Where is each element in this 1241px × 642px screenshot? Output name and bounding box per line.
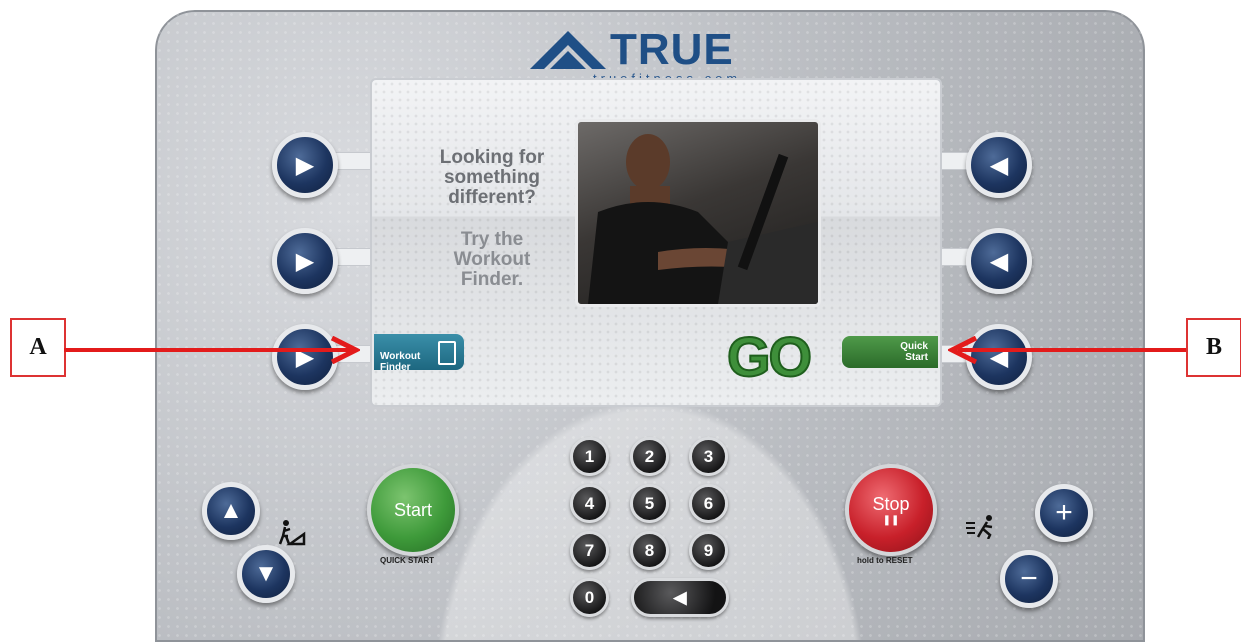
stop-button[interactable]: Stop ❚❚ <box>845 464 937 556</box>
play-right-icon: ▶ <box>295 151 315 179</box>
speed-down-button[interactable]: − <box>1000 550 1058 608</box>
workout-finder-button[interactable]: Workout Finder <box>374 334 464 373</box>
speed-up-button[interactable]: + <box>1035 484 1093 542</box>
triangle-up-icon: ▲ <box>219 497 243 524</box>
keypad-key-7[interactable]: 7 <box>570 531 609 570</box>
brand-name: TRUE <box>610 25 734 74</box>
right-soft-key-1[interactable]: ◀ <box>966 132 1032 198</box>
plus-icon: + <box>1055 496 1073 529</box>
true-logo-mark-icon <box>530 31 606 69</box>
left-soft-key-3[interactable]: ▶ <box>272 324 338 390</box>
clipboard-icon <box>438 341 456 365</box>
left-soft-key-1[interactable]: ▶ <box>272 132 338 198</box>
speed-runner-icon <box>966 515 993 539</box>
keypad-key-9[interactable]: 9 <box>689 531 728 570</box>
keypad-key-5[interactable]: 5 <box>630 484 669 523</box>
keypad-backspace-key[interactable]: ◀ <box>631 578 729 617</box>
callout-arrow-b-line <box>958 348 1186 352</box>
keypad-key-8[interactable]: 8 <box>630 531 669 570</box>
incline-walker-icon <box>278 520 306 546</box>
athlete-photo-illustration <box>588 134 818 304</box>
play-right-icon: ▶ <box>295 247 315 275</box>
workout-finder-label: Workout Finder <box>380 351 421 373</box>
athlete-photo <box>575 119 821 307</box>
stop-label: Stop <box>872 494 910 514</box>
left-soft-key-2[interactable]: ▶ <box>272 228 338 294</box>
incline-up-button[interactable]: ▲ <box>202 482 260 540</box>
triangle-down-icon: ▼ <box>254 560 278 587</box>
callout-label-a: A <box>10 318 66 377</box>
true-logo: TRUE truefitness.com <box>530 25 770 86</box>
screen-headline: Looking for something different? <box>439 147 545 208</box>
console-panel: TRUE truefitness.com ▶ ▶ ▶ ◀ ◀ ◀ Looking… <box>155 10 1145 642</box>
keypad-key-0[interactable]: 0 <box>570 578 609 617</box>
go-label: GO <box>726 324 813 389</box>
stop-sublabel: hold to RESET <box>857 556 913 565</box>
display-screen: Looking for something different? Try the… <box>370 78 942 407</box>
start-label: Start <box>393 499 432 520</box>
arrow-right-icon <box>330 336 360 364</box>
play-left-icon: ◀ <box>989 343 1009 371</box>
incline-down-button[interactable]: ▼ <box>237 545 295 603</box>
backspace-icon: ◀ <box>673 587 687 607</box>
start-sublabel: QUICK START <box>380 556 435 565</box>
callout-arrow-a-line <box>64 348 354 352</box>
screen-subline: Try the Workout Finder. <box>453 229 531 290</box>
keypad-key-6[interactable]: 6 <box>689 484 728 523</box>
keypad-key-2[interactable]: 2 <box>630 437 669 476</box>
minus-icon: − <box>1020 562 1038 595</box>
play-left-icon: ◀ <box>989 151 1009 179</box>
play-left-icon: ◀ <box>989 247 1009 275</box>
arrow-left-icon <box>948 336 978 364</box>
right-soft-key-2[interactable]: ◀ <box>966 228 1032 294</box>
quick-start-button[interactable]: Quick Start <box>842 336 938 368</box>
callout-label-b: B <box>1186 318 1241 377</box>
play-right-icon: ▶ <box>295 343 315 371</box>
keypad-key-1[interactable]: 1 <box>570 437 609 476</box>
pause-icon: ❚❚ <box>882 515 900 526</box>
keypad-key-3[interactable]: 3 <box>689 437 728 476</box>
keypad-key-4[interactable]: 4 <box>570 484 609 523</box>
start-button[interactable]: Start <box>367 464 459 556</box>
